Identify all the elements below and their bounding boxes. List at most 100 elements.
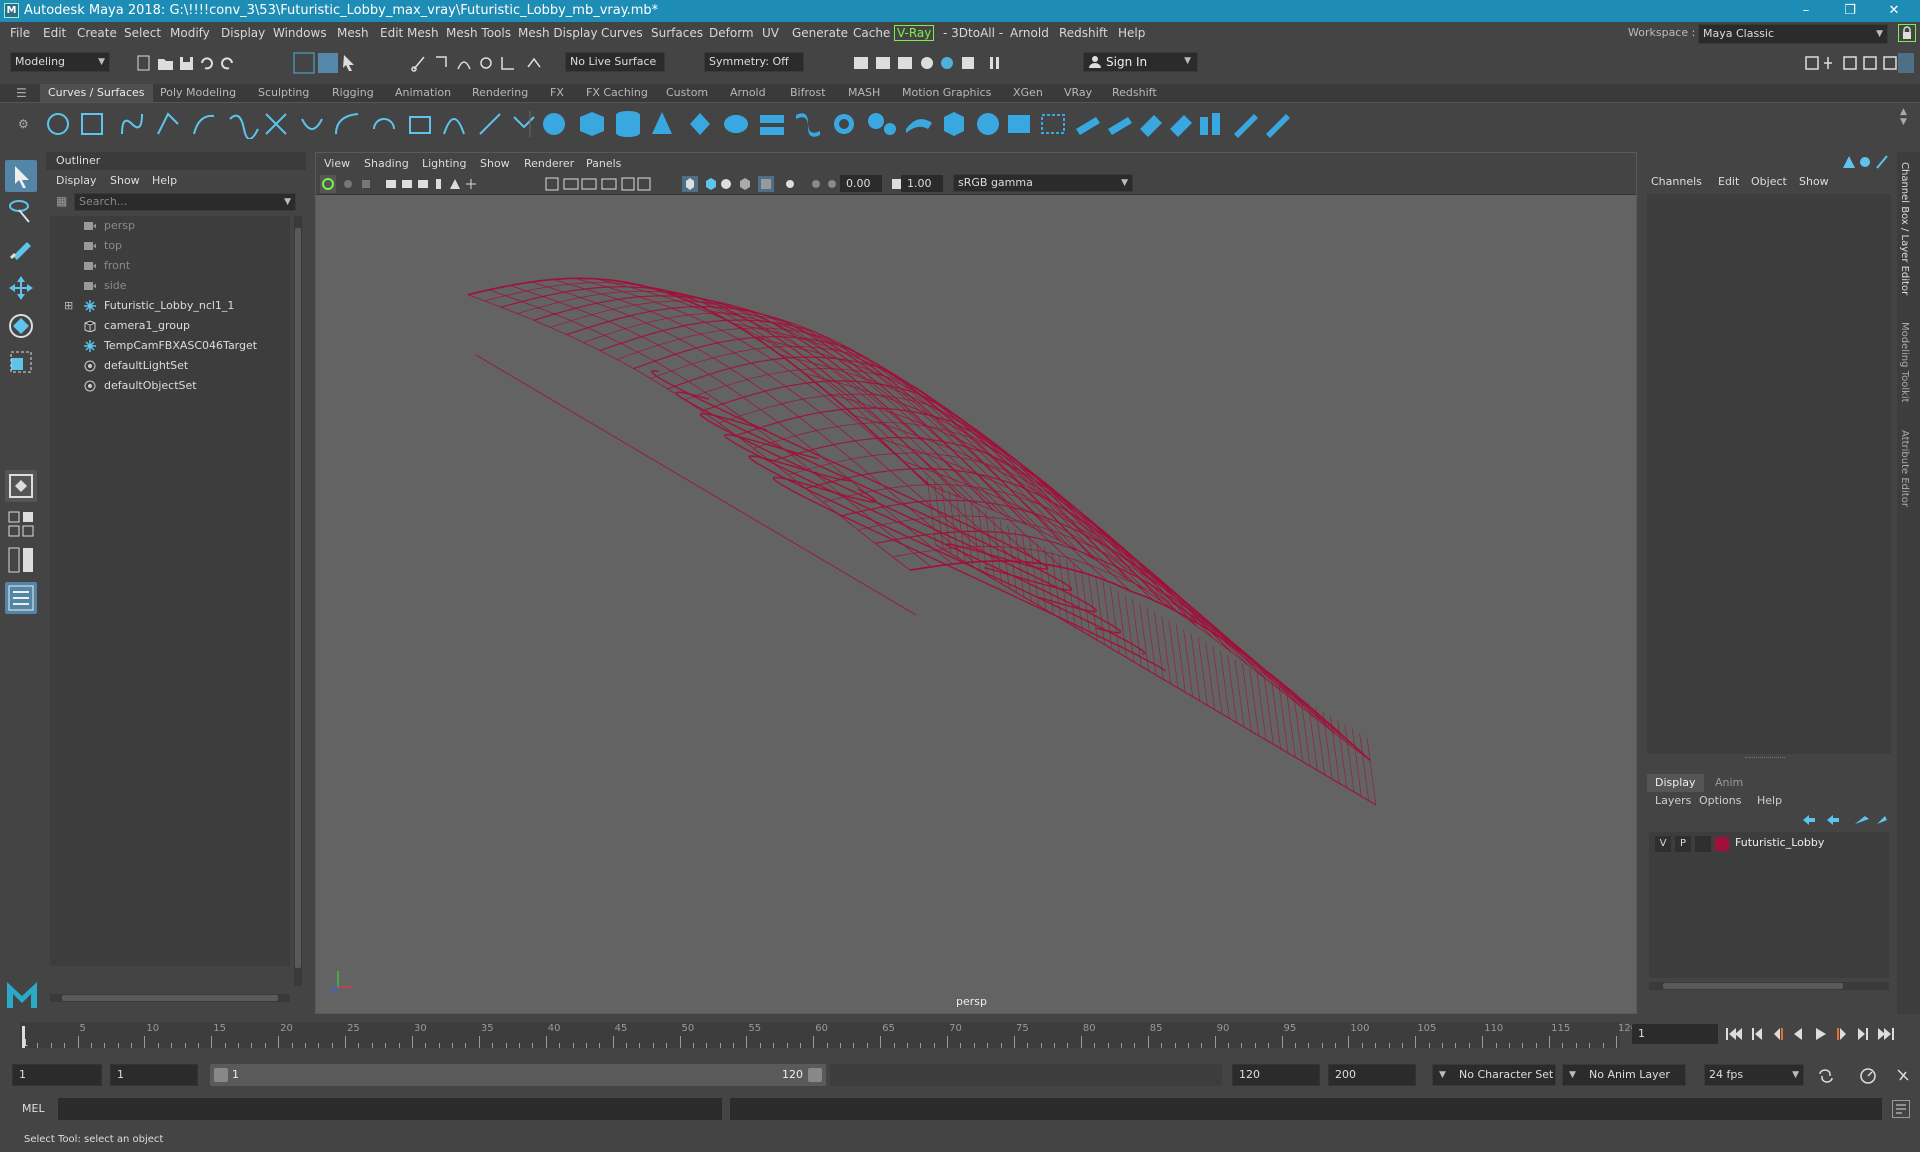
character-set-dropdown[interactable]: ▼ No Character Set <box>1432 1064 1556 1086</box>
shelf-tab-rigging[interactable]: Rigging <box>324 84 382 102</box>
exposure-field[interactable]: 0.00 <box>840 175 882 192</box>
lasso-tool-button[interactable] <box>5 196 37 228</box>
selection-mode-icons[interactable] <box>292 51 362 75</box>
viewport-menu-show[interactable]: Show <box>480 157 510 170</box>
outliner-search-input[interactable]: Search... ▼ <box>74 193 296 211</box>
snap-tools-icons[interactable] <box>410 53 560 73</box>
rotate-tool-button[interactable] <box>5 310 37 342</box>
shelf-tab-motion-graphics[interactable]: Motion Graphics <box>894 84 999 102</box>
command-input[interactable] <box>58 1098 722 1120</box>
menu-vray[interactable]: V-Ray <box>894 25 935 41</box>
shelf-tab-redshift[interactable]: Redshift <box>1104 84 1165 102</box>
outliner-horizontal-scrollbar[interactable] <box>50 994 290 1002</box>
outliner-item-default-light-set[interactable]: defaultLightSet <box>50 356 290 376</box>
side-tab-channel-box[interactable]: Channel Box / Layer Editor <box>1899 162 1910 295</box>
menu-mesh-tools[interactable]: Mesh Tools <box>446 26 511 40</box>
current-time-indicator[interactable] <box>22 1026 25 1048</box>
menu-create[interactable]: Create <box>77 26 117 40</box>
paint-select-tool-button[interactable] <box>5 232 37 264</box>
outliner-menu-help[interactable]: Help <box>152 174 177 187</box>
side-tab-modeling-toolkit[interactable]: Modeling Toolkit <box>1899 322 1910 403</box>
scrollbar-thumb[interactable] <box>62 995 278 1001</box>
fps-dropdown[interactable]: 24 fps ▼ <box>1704 1064 1804 1086</box>
layers-menu-layers[interactable]: Layers <box>1655 794 1691 807</box>
shelf-tab-curves-surfaces[interactable]: Curves / Surfaces <box>40 84 153 102</box>
outliner-item-side[interactable]: side <box>50 276 290 296</box>
render-tools-icons[interactable] <box>850 53 1050 73</box>
color-space-dropdown[interactable]: sRGB gamma ▼ <box>953 174 1133 192</box>
time-ruler[interactable]: 5 10 15 20 25 30 35 40 45 50 55 60 65 70 75 80 85 90 95 100… <box>20 1022 1637 1048</box>
time-slider[interactable]: 5 10 15 20 25 30 35 40 45 50 55 60 65 70 75 80 85 90 95 100… <box>0 1018 1920 1052</box>
symmetry-dropdown[interactable]: Symmetry: Off <box>704 52 804 72</box>
animation-start-field[interactable]: 1 <box>12 1064 102 1086</box>
shelf-tab-animation[interactable]: Animation <box>387 84 459 102</box>
menu-3dtoall[interactable]: - 3DtoAll - <box>943 26 1003 40</box>
outliner-item-camera1-group[interactable]: camera1_group <box>50 316 290 336</box>
outliner-item-top[interactable]: top <box>50 236 290 256</box>
close-button[interactable]: ✕ <box>1872 0 1916 22</box>
range-slider-start-handle[interactable] <box>214 1068 228 1082</box>
playback-option-icons[interactable] <box>1816 1066 1916 1086</box>
shelf-tab-mash[interactable]: MASH <box>840 84 888 102</box>
menu-deform[interactable]: Deform <box>709 26 754 40</box>
layer-row-futuristic-lobby[interactable]: V P Futuristic_Lobby <box>1649 834 1889 854</box>
menu-edit-mesh[interactable]: Edit Mesh <box>380 26 439 40</box>
shelf-tab-fx-caching[interactable]: FX Caching <box>578 84 656 102</box>
shelf-tab-poly-modeling[interactable]: Poly Modeling <box>152 84 244 102</box>
outliner-item-tempcam-target[interactable]: TempCamFBXASC046Target <box>50 336 290 356</box>
viewport-menu-view[interactable]: View <box>324 157 350 170</box>
sign-in-button[interactable]: Sign In ▼ <box>1083 52 1198 72</box>
viewport-menu-lighting[interactable]: Lighting <box>422 157 466 170</box>
outliner-item-front[interactable]: front <box>50 256 290 276</box>
menu-arnold[interactable]: Arnold <box>1010 26 1049 40</box>
filter-icon[interactable]: ▦ <box>56 194 67 208</box>
move-tool-button[interactable] <box>5 272 37 304</box>
side-tab-attribute-editor[interactable]: Attribute Editor <box>1899 430 1910 507</box>
menu-cache[interactable]: Cache <box>853 26 890 40</box>
viewport-menu-panels[interactable]: Panels <box>586 157 621 170</box>
scrollbar-thumb[interactable] <box>1663 983 1843 989</box>
channels-menu-edit[interactable]: Edit <box>1718 175 1739 188</box>
shelf-scroll-icon[interactable]: ▲ ▼ <box>1900 107 1907 127</box>
outliner-item-futuristic-lobby[interactable]: ⊞ Futuristic_Lobby_ncl1_1 <box>50 296 290 316</box>
workspace-dropdown[interactable]: Maya Classic ▼ <box>1698 24 1888 44</box>
menu-mesh[interactable]: Mesh <box>337 26 369 40</box>
viewport-menu-shading[interactable]: Shading <box>364 157 409 170</box>
layer-display-type-toggle[interactable] <box>1695 836 1711 852</box>
layer-action-icons[interactable] <box>1801 812 1887 828</box>
two-view-layout-button[interactable] <box>5 544 37 576</box>
anim-layer-dropdown[interactable]: ▼ No Anim Layer <box>1562 1064 1686 1086</box>
menu-modify[interactable]: Modify <box>170 26 210 40</box>
outliner-item-default-object-set[interactable]: defaultObjectSet <box>50 376 290 396</box>
animation-end-field[interactable]: 200 <box>1328 1064 1416 1086</box>
channels-menu-channels[interactable]: Channels <box>1651 175 1702 188</box>
shelf-tab-fx[interactable]: FX <box>542 84 572 102</box>
shelf-tab-xgen[interactable]: XGen <box>1005 84 1051 102</box>
viewport-menu-renderer[interactable]: Renderer <box>524 157 574 170</box>
outliner-layout-button[interactable] <box>5 582 37 614</box>
menu-mesh-display[interactable]: Mesh Display <box>518 26 598 40</box>
layer-tab-display[interactable]: Display <box>1647 774 1704 792</box>
shelf-settings-icon[interactable]: ⚙ <box>18 117 29 131</box>
scrollbar-thumb[interactable] <box>295 228 301 968</box>
menu-select[interactable]: Select <box>124 26 161 40</box>
expand-icon[interactable]: ⊞ <box>64 296 73 316</box>
layers-menu-help[interactable]: Help <box>1757 794 1782 807</box>
minimize-button[interactable]: – <box>1784 0 1828 22</box>
shelf-tool-icons[interactable] <box>44 109 1344 139</box>
menu-display[interactable]: Display <box>221 26 265 40</box>
playback-start-field[interactable]: 1 <box>110 1064 198 1086</box>
file-tools-icons[interactable] <box>136 53 256 73</box>
single-perspective-layout-button[interactable] <box>5 470 37 502</box>
layers-menu-options[interactable]: Options <box>1699 794 1741 807</box>
scale-tool-button[interactable] <box>5 346 37 378</box>
mode-dropdown[interactable]: Modeling ▼ <box>10 52 110 72</box>
maximize-button[interactable]: ❐ <box>1828 0 1872 22</box>
menu-help[interactable]: Help <box>1118 26 1145 40</box>
menu-curves[interactable]: Curves <box>601 26 643 40</box>
channel-box-toggle-icons[interactable] <box>1841 154 1891 170</box>
panel-toggle-icons[interactable] <box>1802 53 1914 73</box>
layer-horizontal-scrollbar[interactable] <box>1649 982 1889 990</box>
menu-file[interactable]: File <box>10 26 30 40</box>
layer-color-swatch[interactable] <box>1715 837 1729 851</box>
